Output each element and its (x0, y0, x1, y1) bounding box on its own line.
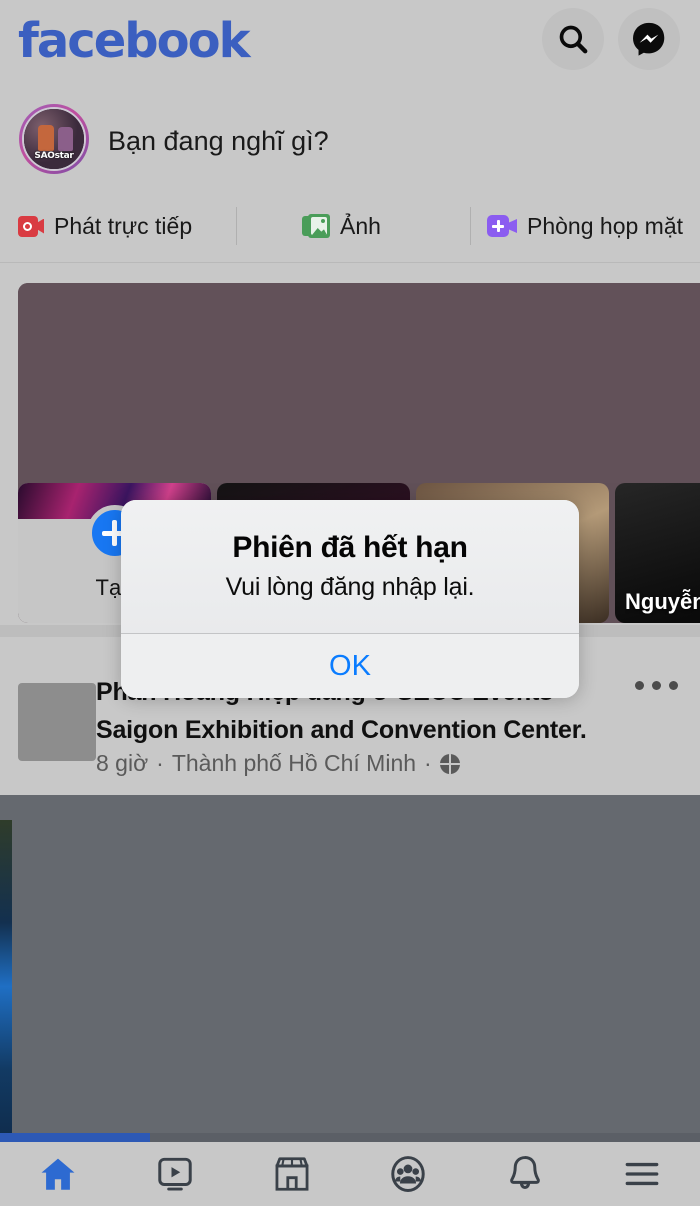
more-options-icon[interactable] (635, 681, 678, 690)
avatar-label: SAOstar (34, 151, 74, 161)
story-hero-placeholder (18, 283, 700, 483)
live-video-label: Phát trực tiếp (54, 212, 193, 239)
post-image-edge (0, 820, 12, 1140)
session-expired-dialog: Phiên đã hết hạn Vui lòng đăng nhập lại.… (121, 500, 579, 698)
action-divider-1 (236, 207, 237, 245)
feed-post: Phan Hoàng Hiệp đang ở SECC Events - Sai… (0, 637, 700, 1142)
live-video-button[interactable]: Phát trực tiếp (18, 213, 192, 240)
messenger-button[interactable] (618, 8, 680, 70)
video-room-icon (487, 215, 517, 237)
search-button[interactable] (542, 8, 604, 70)
nav-item-menu[interactable] (583, 1142, 700, 1206)
dialog-title: Phiên đã hết hạn (232, 531, 468, 564)
globe-icon (439, 753, 460, 774)
marketplace-icon (275, 1157, 309, 1191)
messenger-icon (633, 22, 665, 56)
top-app-bar: facebook (0, 0, 700, 88)
post-author-avatar[interactable] (18, 683, 96, 761)
post-composer-row[interactable]: SAOstar Bạn đang nghĩ gì? (0, 88, 700, 194)
menu-hamburger-icon (625, 1162, 659, 1186)
facebook-logo[interactable]: facebook (18, 10, 251, 72)
live-video-icon (18, 215, 44, 237)
photo-icon (302, 214, 330, 238)
dialog-body: Phiên đã hết hạn Vui lòng đăng nhập lại. (121, 500, 579, 633)
story-label: Nguyễn (625, 589, 700, 614)
groups-icon (391, 1156, 426, 1192)
post-title-line-2[interactable]: Saigon Exhibition and Convention Center. (96, 711, 620, 749)
post-image[interactable] (0, 795, 700, 1140)
meta-separator-1: · (156, 750, 164, 776)
post-metadata: 8 giờ · Thành phố Hồ Chí Minh · (96, 750, 460, 777)
nav-item-watch[interactable] (117, 1142, 234, 1206)
nav-item-notifications[interactable] (467, 1142, 584, 1206)
story-card[interactable]: Nguyễn (615, 483, 700, 623)
composer-input[interactable]: Bạn đang nghĩ gì? (108, 88, 329, 194)
nav-item-marketplace[interactable] (233, 1142, 350, 1206)
action-divider-2 (470, 207, 471, 245)
video-room-label: Phòng họp mặt (527, 212, 684, 239)
dialog-message: Vui lòng đăng nhập lại. (225, 573, 475, 601)
home-icon (41, 1158, 75, 1190)
video-room-button[interactable]: Phòng họp mặt (487, 213, 683, 240)
nav-item-home[interactable] (0, 1142, 117, 1206)
bottom-navigation-bar (0, 1142, 700, 1206)
dialog-ok-button[interactable]: OK (121, 634, 579, 698)
page-load-progress (0, 1133, 150, 1142)
notifications-bell-icon (510, 1156, 540, 1189)
watch-video-icon (158, 1157, 192, 1191)
avatar[interactable]: SAOstar (19, 104, 89, 174)
post-time: 8 giờ (96, 750, 149, 776)
meta-separator-2: · (424, 750, 432, 776)
nav-item-groups[interactable] (350, 1142, 467, 1206)
photo-label: Ảnh (340, 212, 381, 239)
divider-actions (0, 262, 700, 263)
photo-button[interactable]: Ảnh (302, 213, 381, 240)
composer-actions-row: Phát trực tiếp Ảnh Phòng họp mặt (0, 195, 700, 257)
search-icon (559, 25, 588, 54)
post-location: Thành phố Hồ Chí Minh (171, 750, 417, 776)
facebook-mobile-screen: facebook SAOstar Bạn đang nghĩ gì? Phát … (0, 0, 700, 1206)
